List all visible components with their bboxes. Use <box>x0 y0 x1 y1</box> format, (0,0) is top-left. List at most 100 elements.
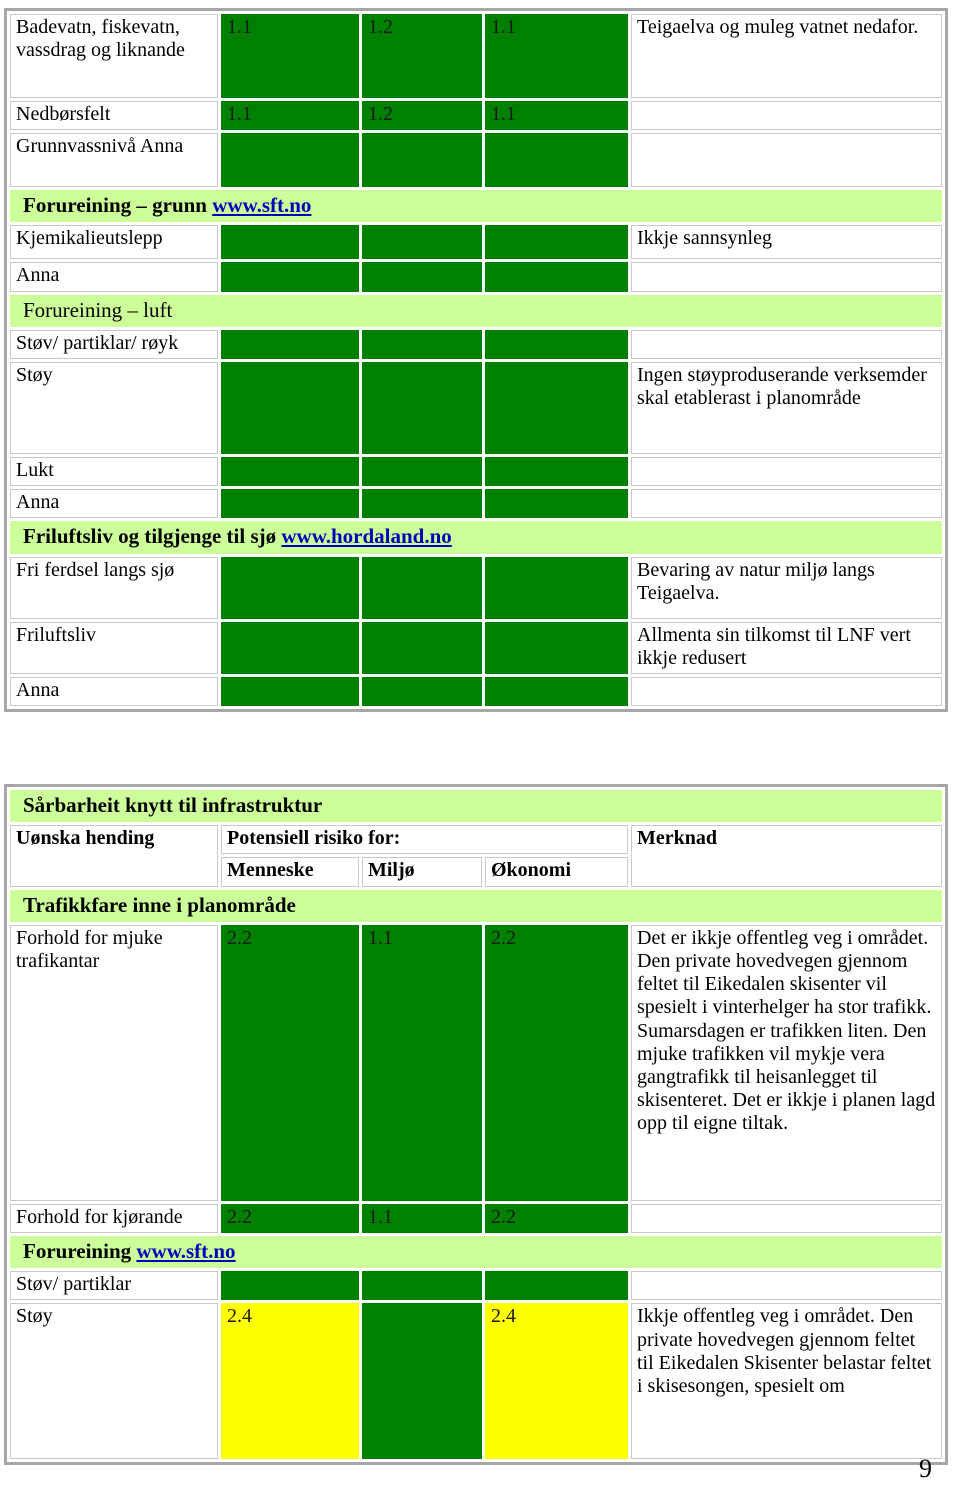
header-potensiell-risiko: Potensiell risiko for: <box>221 825 628 855</box>
risk-cell-okonomi: 1.1 <box>485 101 628 131</box>
risk-cell-miljo: 1.2 <box>362 101 482 131</box>
risk-row: Anna <box>10 262 942 292</box>
ros-table-1-wrapper: Badevatn, fiskevatn, vassdrag og liknand… <box>0 8 948 713</box>
header-menneske: Menneske <box>221 857 359 887</box>
header-merknad: Merknad <box>631 825 942 887</box>
risk-row: Grunnvassnivå Anna <box>10 133 942 188</box>
risk-cell-okonomi: 2.2 <box>485 924 628 1201</box>
risk-cell-miljo <box>362 456 482 487</box>
risk-cell-menneske <box>221 133 359 188</box>
risk-row-merknad <box>631 676 942 707</box>
risk-row-merknad: Ingen støyproduserande verksemder skal e… <box>631 361 942 454</box>
risk-cell-menneske <box>221 456 359 487</box>
risk-cell-okonomi <box>485 489 628 519</box>
risk-cell-okonomi: 1.1 <box>485 14 628 98</box>
ros-table-infrastructure: Sårbarheit knytt til infrastruktur Uønsk… <box>4 784 948 1466</box>
section-band-link[interactable]: www.sft.no <box>212 193 311 217</box>
risk-cell-menneske <box>221 676 359 707</box>
risk-row: Fri ferdsel langs sjø Bevaring av natur m… <box>10 556 942 619</box>
risk-row: Friluftsliv Allmenta sin tilkomst til LNF… <box>10 621 942 674</box>
risk-row: Kjemikalieutslepp Ikkje sannsynleg <box>10 225 942 260</box>
risk-row-merknad: Bevaring av natur miljø langs Teigaelva. <box>631 556 942 619</box>
risk-row-label: Anna <box>10 676 218 707</box>
risk-row-label: Lukt <box>10 456 218 487</box>
risk-row-label: Friluftsliv <box>10 621 218 674</box>
section-title-infrastruktur: Sårbarheit knytt til infrastruktur <box>10 790 942 823</box>
risk-cell-menneske <box>221 329 359 359</box>
risk-cell-menneske <box>221 489 359 519</box>
risk-cell-okonomi <box>485 556 628 619</box>
risk-row-merknad <box>631 101 942 131</box>
risk-row-merknad: Ikkje sannsynleg <box>631 225 942 260</box>
section-band-title: Friluftsliv og tilgjenge til sjø www.hor… <box>10 521 942 554</box>
risk-row-label: Støv/ partiklar/ røyk <box>10 329 218 359</box>
header-okonomi: Økonomi <box>485 857 628 887</box>
risk-row-merknad <box>631 489 942 519</box>
risk-row: Støy Ingen støyproduserande verksemder sk… <box>10 361 942 454</box>
risk-cell-miljo <box>362 621 482 674</box>
section-band-row: Forureining – luft <box>10 294 942 327</box>
risk-cell-miljo: 1.2 <box>362 14 482 98</box>
ros-table-environment: Badevatn, fiskevatn, vassdrag og liknand… <box>4 8 948 713</box>
risk-cell-miljo <box>362 361 482 454</box>
risk-row: Anna <box>10 676 942 707</box>
risk-cell-menneske: 2.4 <box>221 1303 359 1460</box>
section-band-row: Friluftsliv og tilgjenge til sjø www.hor… <box>10 521 942 554</box>
section-band-label: Forureining <box>23 1238 137 1263</box>
risk-cell-menneske <box>221 556 359 619</box>
risk-cell-miljo <box>362 1303 482 1460</box>
risk-row-label: Forhold for mjuke trafikantar <box>10 924 218 1201</box>
risk-cell-menneske: 1.1 <box>221 14 359 98</box>
risk-cell-okonomi <box>485 361 628 454</box>
section-band-label: Trafikkfare inne i planområde <box>23 892 296 917</box>
section-band-link[interactable]: www.sft.no <box>136 1239 235 1263</box>
risk-row: Støy 2.4 2.4 Ikkje offentleg veg i området.… <box>10 1303 942 1460</box>
risk-row: Støv/ partiklar <box>10 1271 942 1301</box>
risk-cell-miljo <box>362 225 482 260</box>
risk-cell-menneske <box>221 225 359 260</box>
risk-row-merknad <box>631 329 942 359</box>
risk-row-label: Grunnvassnivå Anna <box>10 133 218 188</box>
section-band-title: Forureining – luft <box>10 294 942 327</box>
document-page: Badevatn, fiskevatn, vassdrag og liknand… <box>0 0 960 1492</box>
risk-row-merknad <box>631 1203 942 1233</box>
risk-cell-menneske <box>221 262 359 292</box>
risk-row-label: Kjemikalieutslepp <box>10 225 218 260</box>
header-uonska-hending: Uønska hending <box>10 825 218 887</box>
risk-row-merknad <box>631 1271 942 1301</box>
section-band-title: Trafikkfare inne i planområde <box>10 889 942 922</box>
section-band-title: Forureining www.sft.no <box>10 1235 942 1269</box>
risk-row-label: Støy <box>10 361 218 454</box>
risk-row-merknad: Allmenta sin tilkomst til LNF vert ikkje… <box>631 621 942 674</box>
risk-cell-miljo <box>362 262 482 292</box>
section-band-label: Forureining – grunn <box>23 193 213 218</box>
risk-cell-miljo <box>362 133 482 188</box>
risk-cell-miljo <box>362 556 482 619</box>
page-number: 9 <box>919 1454 932 1483</box>
risk-cell-menneske: 1.1 <box>221 101 359 131</box>
risk-row-merknad: Teigaelva og muleg vatnet nedafor. <box>631 14 942 98</box>
risk-row-label: Støv/ partiklar <box>10 1271 218 1301</box>
section-band-label: Friluftsliv og tilgjenge til sjø <box>23 524 282 549</box>
risk-row: Lukt <box>10 456 942 487</box>
risk-row-label: Badevatn, fiskevatn, vassdrag og liknand… <box>10 14 218 98</box>
risk-cell-menneske <box>221 621 359 674</box>
risk-cell-miljo <box>362 329 482 359</box>
section-band-link[interactable]: www.hordaland.no <box>281 524 451 548</box>
section-band-title: Forureining – grunn www.sft.no <box>10 190 942 223</box>
risk-row-label: Støy <box>10 1303 218 1460</box>
risk-cell-okonomi: 2.4 <box>485 1303 628 1460</box>
risk-cell-okonomi <box>485 329 628 359</box>
risk-cell-okonomi <box>485 262 628 292</box>
section-band-row: Forureining www.sft.no <box>10 1235 942 1269</box>
risk-cell-okonomi <box>485 1271 628 1301</box>
risk-cell-menneske <box>221 361 359 454</box>
risk-row-merknad <box>631 456 942 487</box>
risk-row-label: Forhold for kjørande <box>10 1203 218 1233</box>
risk-row-label: Anna <box>10 489 218 519</box>
risk-cell-miljo <box>362 1271 482 1301</box>
risk-cell-miljo: 1.1 <box>362 1203 482 1233</box>
risk-cell-miljo <box>362 489 482 519</box>
risk-row-merknad: Ikkje offentleg veg i området. Den priva… <box>631 1303 942 1460</box>
section-band-label: Forureining – luft <box>23 297 173 322</box>
